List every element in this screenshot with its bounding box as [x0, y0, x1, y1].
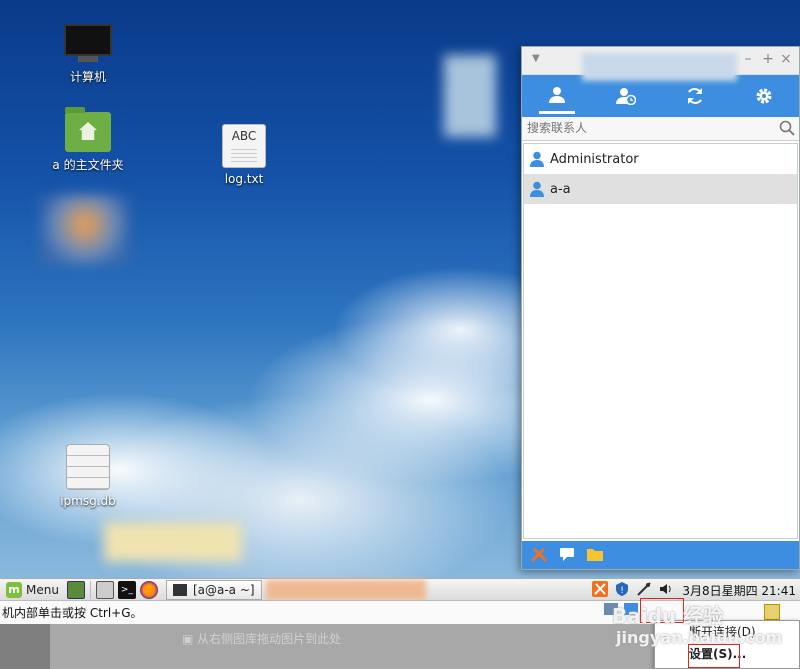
im-titlebar[interactable]: ▼ – + ×: [522, 47, 799, 81]
blurred-window-title: [582, 53, 737, 81]
gear-icon: [756, 88, 772, 104]
bottom-left-panel: [0, 624, 50, 669]
computer-icon: [64, 24, 112, 64]
maximize-icon[interactable]: +: [759, 51, 777, 67]
desktop-icon-log-txt[interactable]: ABC log.txt: [184, 124, 304, 186]
start-menu-button[interactable]: m Menu: [0, 579, 65, 601]
network-icon[interactable]: [636, 581, 652, 600]
desktop-icon-label: a 的主文件夹: [52, 158, 124, 172]
contact-search: [522, 117, 799, 141]
search-icon[interactable]: [779, 120, 795, 139]
tab-refresh[interactable]: [677, 78, 713, 114]
terminal-icon: [172, 583, 187, 596]
blurred-sticky-note: [104, 522, 242, 562]
list-item[interactable]: a-a: [524, 174, 797, 204]
chat-icon: [560, 547, 574, 561]
text-file-glyph-text: ABC: [231, 129, 257, 143]
desktop-icon-label: ipmsg.db: [60, 494, 116, 508]
list-item[interactable]: Administrator: [524, 144, 797, 174]
desktop-icon-computer[interactable]: 计算机: [28, 24, 148, 85]
user-clock-icon: [615, 88, 636, 105]
text-file-icon: ABC: [222, 124, 266, 168]
taskbar-task-terminal[interactable]: [a@a-a ~]: [165, 579, 262, 600]
desktop-icon-label: 计算机: [69, 70, 106, 84]
svg-text:!: !: [621, 586, 625, 596]
contact-list: Administrator a-a: [523, 143, 798, 539]
watermark-line1: Baidu 经验: [612, 604, 724, 628]
firefox-icon[interactable]: [139, 580, 158, 599]
contact-name: Administrator: [550, 151, 639, 167]
start-menu-label: Menu: [26, 582, 59, 597]
image-icon: ▣: [182, 632, 198, 646]
system-tray: ! 3月8日星期四 21:41: [592, 579, 800, 601]
shield-icon[interactable]: !: [614, 581, 630, 600]
drop-hint: ▣ 从右侧图库拖动图片到此处: [182, 630, 341, 647]
im-tray-icon[interactable]: [592, 580, 609, 600]
desktop-icon-home-folder[interactable]: a 的主文件夹: [28, 107, 148, 173]
folder-icon: [587, 548, 603, 561]
im-footer: [522, 541, 799, 569]
taskbar: m Menu >_ [a@a-a ~] ! 3月8日星期四 21:41: [0, 578, 800, 600]
clock[interactable]: 3月8日星期四 21:41: [682, 582, 796, 599]
tab-contacts[interactable]: [538, 78, 575, 114]
task-label: [a@a-a ~]: [192, 582, 255, 597]
volume-icon[interactable]: [658, 581, 674, 600]
note-icon[interactable]: [764, 604, 780, 620]
home-folder-icon: [65, 107, 111, 152]
contact-name: a-a: [550, 181, 571, 197]
database-file-icon: [66, 444, 110, 490]
desktop-icon-ipmsg-db[interactable]: ipmsg.db: [28, 444, 148, 508]
drop-hint-text: 从右侧图库拖动图片到此处: [197, 632, 342, 646]
window-menu-icon[interactable]: ▼: [532, 53, 540, 64]
folder-button[interactable]: [586, 546, 604, 565]
im-window: ▼ – + × Administrator a-a: [521, 46, 800, 570]
highlight-box: [688, 644, 740, 668]
tools-icon: [530, 547, 548, 562]
tab-recent[interactable]: [608, 78, 644, 114]
blurred-desktop-icon: [444, 55, 496, 137]
file-manager-icon[interactable]: [95, 580, 114, 599]
search-input[interactable]: [522, 117, 772, 139]
show-desktop-icon[interactable]: [66, 580, 85, 599]
blurred-desktop-icon: [40, 195, 130, 265]
blurred-taskbar-task[interactable]: [265, 579, 426, 600]
watermark-line2: jingyan.baidu.com: [616, 628, 783, 647]
tab-settings[interactable]: [746, 78, 782, 114]
terminal-icon[interactable]: >_: [117, 580, 136, 599]
user-icon: [530, 181, 544, 197]
linux-mint-logo-icon: m: [6, 581, 22, 598]
refresh-icon: [688, 88, 703, 104]
user-icon: [548, 86, 565, 103]
tools-button[interactable]: [530, 545, 548, 566]
status-hint-text: 机内部单击或按 Ctrl+G。: [2, 606, 143, 620]
chat-button[interactable]: [558, 546, 576, 565]
minimize-icon[interactable]: –: [739, 51, 757, 67]
im-toolbar: [522, 75, 799, 117]
close-icon[interactable]: ×: [777, 51, 795, 67]
user-icon: [530, 151, 544, 167]
taskbar-separator: [89, 580, 91, 599]
desktop-icon-label: log.txt: [224, 172, 264, 186]
